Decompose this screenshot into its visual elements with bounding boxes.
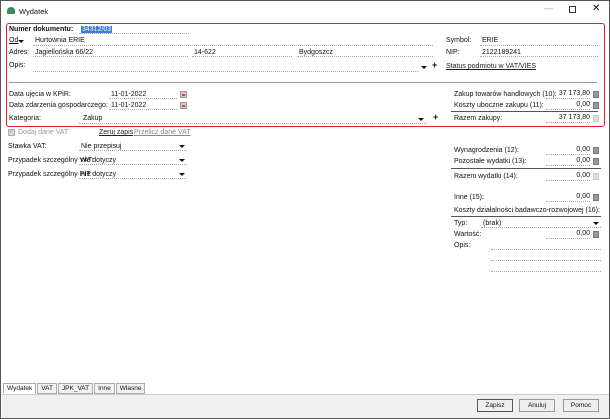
app-icon xyxy=(7,7,15,14)
address-label: Adres: xyxy=(9,49,30,56)
calculator-icon xyxy=(593,115,599,122)
other-expenses-input[interactable]: 0,00 xyxy=(546,157,590,166)
misc-input[interactable]: 0,00 xyxy=(546,193,590,202)
street-value: Jagiellońska 66/22 xyxy=(35,49,93,56)
misc-label: Inne (15): xyxy=(454,194,484,201)
doc-number-label: Numer dokumentu: xyxy=(9,26,74,33)
cancel-button[interactable]: Anuluj xyxy=(519,399,555,412)
category-select[interactable] xyxy=(79,115,427,124)
expenses-total-label: Razem wydatki (14): xyxy=(454,173,518,180)
rd-desc-input[interactable] xyxy=(491,241,601,250)
from-value: Hurtownia ERIE xyxy=(35,37,85,44)
calculator-icon[interactable] xyxy=(593,102,599,109)
calendar-icon[interactable] xyxy=(180,91,187,98)
nip-value: 2122189241 xyxy=(482,49,521,56)
add-desc-button[interactable]: + xyxy=(432,60,437,70)
calculator-icon[interactable] xyxy=(593,194,599,201)
rd-type-label: Typ: xyxy=(454,220,468,227)
salary-input[interactable]: 0,00 xyxy=(546,146,590,155)
window: Wydatek — ✕ Numer dokumentu: 34312/03 Od… xyxy=(0,0,610,419)
chevron-down-icon[interactable] xyxy=(179,173,185,176)
tab-inne[interactable]: Inne xyxy=(94,383,115,394)
desc-label: Opis: xyxy=(9,62,26,69)
title-bar: Wydatek — ✕ xyxy=(1,1,609,21)
from-input[interactable] xyxy=(33,37,433,46)
rd-value-input[interactable]: 0,00 xyxy=(546,230,590,239)
chevron-down-icon[interactable] xyxy=(179,145,185,148)
add-vat-checkbox[interactable]: ✓ xyxy=(8,129,15,136)
other-expenses-label: Pozostałe wydatki (13): xyxy=(454,158,527,165)
symbol-label: Symbol: xyxy=(446,37,472,44)
calendar-icon[interactable] xyxy=(180,102,187,109)
from-dropdown-icon[interactable] xyxy=(18,40,24,43)
chevron-down-icon[interactable] xyxy=(179,159,185,162)
rd-type-value: (brak) xyxy=(483,220,502,227)
vat-rate-value: Nie przepisuj xyxy=(81,143,122,150)
recalc-vat-link[interactable]: Przelicz dane VAT xyxy=(134,129,191,136)
close-button[interactable]: ✕ xyxy=(592,3,600,14)
chevron-down-icon[interactable] xyxy=(593,222,599,225)
category-dropdown-icon[interactable] xyxy=(418,118,424,121)
rd-value-label: Wartość: xyxy=(454,231,482,238)
goods-input[interactable]: 37 173,80 xyxy=(546,90,590,99)
add-category-button[interactable]: + xyxy=(433,112,438,122)
calculator-icon xyxy=(593,173,599,180)
postal-value: 14-622 xyxy=(194,49,216,56)
rd-desc-label: Opis: xyxy=(454,242,471,249)
special-pit-value: nie dotyczy xyxy=(81,171,117,178)
maximize-button[interactable] xyxy=(569,6,576,13)
event-date-value: 11-01-2022 xyxy=(111,102,147,109)
nip-label: NIP: xyxy=(446,49,460,56)
kpir-date-label: Data ujęcia w KPiR: xyxy=(9,91,71,98)
calculator-icon[interactable] xyxy=(593,147,599,154)
kpir-date-value: 11-01-2022 xyxy=(111,91,147,98)
tab-vat[interactable]: VAT xyxy=(37,383,57,394)
city-value: Bydgoszcz xyxy=(299,49,333,56)
rd-costs-label: Koszty działalności badawczo-rozwojowej … xyxy=(454,207,600,214)
help-button[interactable]: Pomoc xyxy=(563,399,599,412)
purchase-total-label: Razem zakupy: xyxy=(454,115,503,122)
purchase-total-value: 37 173,80 xyxy=(546,114,590,123)
tab-jpk-vat[interactable]: JPK_VAT xyxy=(57,383,94,394)
symbol-value: ERIE xyxy=(482,37,499,44)
from-label[interactable]: Od xyxy=(9,37,18,44)
calculator-icon[interactable] xyxy=(593,231,599,238)
minimize-button[interactable]: — xyxy=(544,3,553,13)
calculator-icon[interactable] xyxy=(593,91,599,98)
category-label: Kategoria: xyxy=(9,115,41,122)
tab-bar: Wydatek VAT JPK_VAT Inne Własne xyxy=(3,383,146,394)
add-vat-label: Dodaj dane VAT xyxy=(18,129,69,136)
goods-label: Zakup towarów handlowych (10): xyxy=(454,91,557,98)
expenses-total-value: 0,00 xyxy=(546,172,590,181)
event-date-label: Data zdarzenia gospodarczego: xyxy=(9,102,108,109)
vat-status-link[interactable]: Status podmiotu w VAT/VIES xyxy=(446,63,536,70)
salary-label: Wynagrodzenia (12): xyxy=(454,147,519,154)
tab-wydatek[interactable]: Wydatek xyxy=(3,383,37,394)
calculator-icon[interactable] xyxy=(593,158,599,165)
desc-dropdown-icon[interactable] xyxy=(421,66,427,69)
desc-input[interactable] xyxy=(33,63,418,72)
category-value: Zakup xyxy=(83,115,103,122)
side-costs-input[interactable]: 0,00 xyxy=(546,101,590,110)
tab-wlasne[interactable]: Własne xyxy=(115,383,146,394)
doc-number-input[interactable]: 34312/03 xyxy=(81,26,113,33)
vat-rate-label: Stawka VAT: xyxy=(8,143,47,150)
save-button[interactable]: Zapisz xyxy=(477,399,513,412)
button-bar xyxy=(2,394,609,418)
reset-link[interactable]: Zeruj zapis xyxy=(99,129,133,136)
side-costs-label: Koszty uboczne zakupu (11): xyxy=(454,102,544,109)
window-title: Wydatek xyxy=(19,7,49,16)
special-vat-value: nie dotyczy xyxy=(81,157,117,164)
